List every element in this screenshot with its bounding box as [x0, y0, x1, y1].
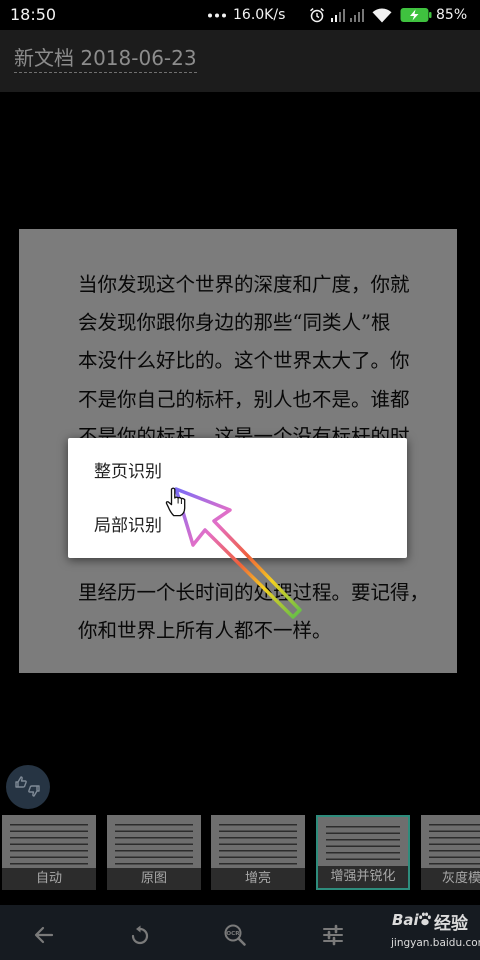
filter-thumbnail-original[interactable]: 原图 [107, 815, 201, 890]
filter-label: 灰度模 [421, 868, 480, 890]
status-bar: 18:50 16.0K/s 85% [0, 0, 480, 30]
back-arrow-icon[interactable] [32, 923, 56, 947]
signal-icon [331, 9, 345, 22]
wifi-icon [372, 8, 392, 23]
feedback-button[interactable] [6, 765, 50, 809]
thumbnail-preview [429, 821, 480, 866]
signal-icon [350, 9, 364, 22]
menu-item-full-page-ocr[interactable]: 整页识别 [68, 445, 407, 499]
document-line: 本没什么好比的。这个世界太大了。你 [78, 349, 410, 372]
filter-thumbnail-grayscale[interactable]: 灰度模 [421, 815, 480, 890]
filter-label: 自动 [2, 868, 96, 890]
ocr-label: OCR [226, 931, 240, 937]
watermark-name: 经验 [434, 914, 468, 934]
document-title[interactable]: 新文档 2018-06-23 [14, 46, 197, 73]
app-header: 新文档 2018-06-23 [0, 30, 480, 92]
watermark-url: jingyan.baidu.com [391, 937, 480, 949]
thumbs-up-down-icon [15, 776, 40, 797]
battery-percent: 85% [436, 7, 468, 23]
document-line: 你和世界上所有人都不一样。 [78, 619, 332, 642]
alarm-icon [310, 8, 324, 23]
thumbnail-preview [326, 823, 400, 864]
rotate-icon[interactable] [128, 923, 152, 947]
ocr-mode-menu: 整页识别 局部识别 [68, 438, 407, 558]
network-speed: 16.0K/s [233, 7, 286, 23]
document-line: 不是你自己的标杆，别人也不是。谁都 [78, 388, 410, 411]
thumbnail-preview [219, 821, 297, 866]
watermark-brand: Bai [392, 911, 419, 929]
menu-item-partial-ocr[interactable]: 局部识别 [68, 499, 407, 553]
baidu-paw-icon [419, 912, 431, 926]
thumbnail-preview [10, 821, 88, 866]
filter-thumbnail-auto[interactable]: 自动 [2, 815, 96, 890]
notification-dots-icon [208, 13, 226, 18]
document-line: 里经历一个长时间的处理过程。要记得， [78, 581, 430, 604]
filter-label: 增亮 [211, 868, 305, 890]
adjust-sliders-icon[interactable] [321, 923, 345, 947]
document-line: 当你发现这个世界的深度和广度，你就 [78, 273, 410, 296]
status-time: 18:50 [10, 5, 57, 24]
ocr-search-icon[interactable]: OCR [223, 923, 247, 947]
filter-label: 增强并锐化 [318, 866, 408, 888]
filter-thumbnail-enhance-sharpen[interactable]: 增强并锐化 [316, 815, 410, 890]
filter-label: 原图 [107, 868, 201, 890]
filter-thumbnail-brighten[interactable]: 增亮 [211, 815, 305, 890]
thumbnail-preview [115, 821, 193, 866]
baidu-jingyan-watermark: Bai 经验 jingyan.baidu.com [390, 906, 480, 956]
document-line: 会发现你跟你身边的那些“同类人”根 [78, 311, 391, 334]
battery-icon [400, 8, 432, 22]
